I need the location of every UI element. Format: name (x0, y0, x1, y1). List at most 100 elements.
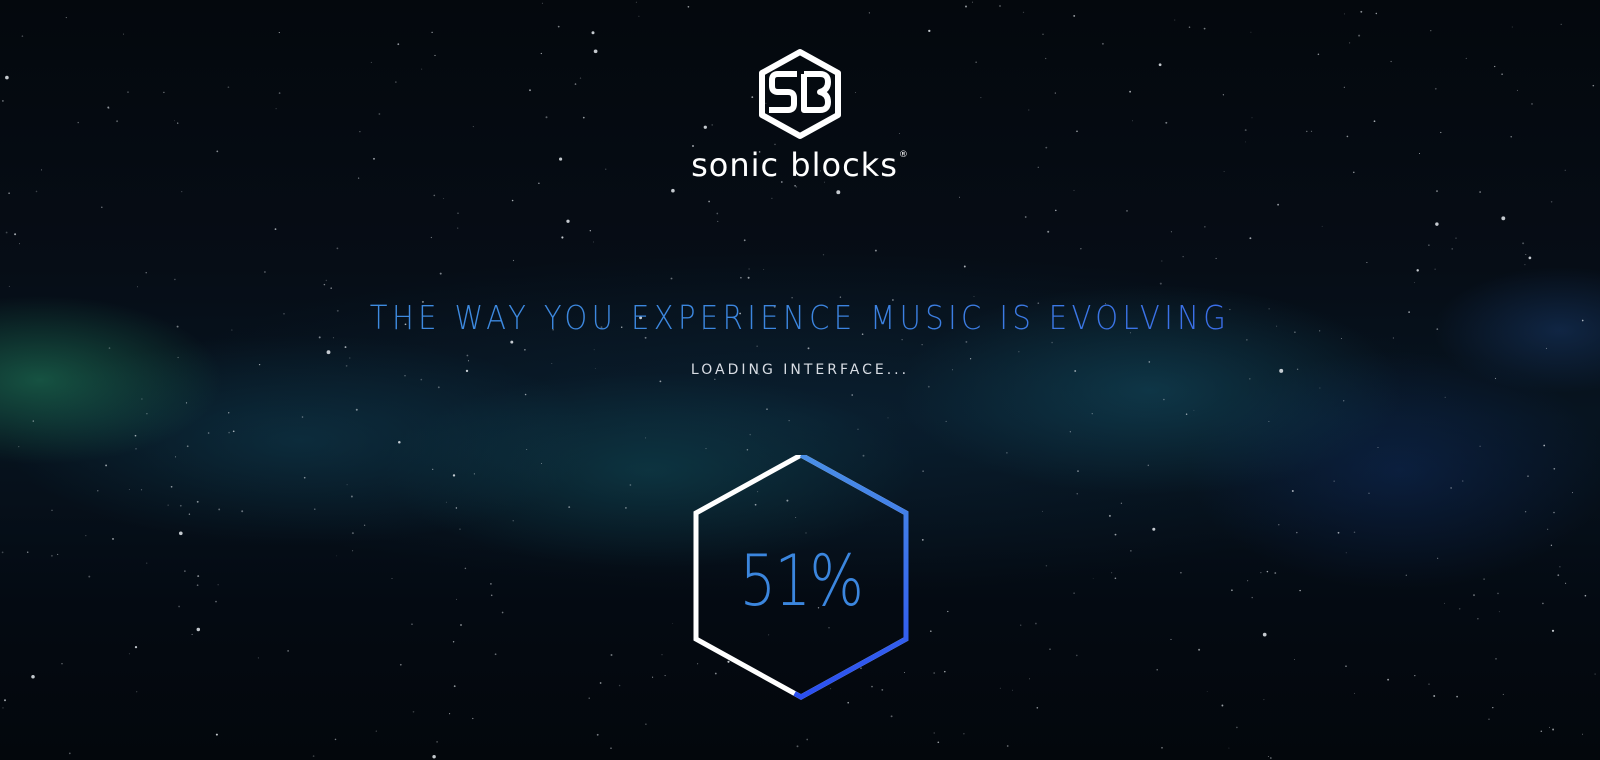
star (661, 654, 663, 656)
star (874, 249, 877, 252)
star (1321, 225, 1323, 227)
star (748, 268, 750, 270)
star (1343, 400, 1345, 402)
star (806, 738, 809, 741)
star (561, 236, 564, 239)
star (1549, 726, 1551, 728)
star (629, 484, 632, 486)
star (191, 633, 193, 635)
star (472, 717, 474, 720)
star (1435, 222, 1439, 226)
star (1034, 622, 1037, 625)
star (1581, 319, 1584, 322)
star (490, 594, 493, 597)
star (714, 378, 716, 380)
star (473, 473, 476, 475)
star (1488, 718, 1490, 720)
star (1268, 421, 1270, 422)
star (591, 31, 595, 35)
star (26, 551, 29, 553)
star (215, 733, 218, 736)
star (228, 412, 230, 414)
star (928, 29, 931, 33)
star (31, 675, 35, 679)
brand-name: sonic blocks® (0, 146, 1600, 184)
star (1527, 475, 1529, 477)
star (933, 672, 936, 674)
star (927, 385, 930, 388)
star (1159, 282, 1162, 285)
star (1080, 248, 1082, 250)
star (1477, 618, 1479, 620)
star (97, 490, 99, 492)
star (175, 456, 177, 458)
star (32, 420, 35, 422)
star (1345, 665, 1347, 667)
star (411, 623, 413, 625)
star (312, 755, 315, 757)
star (945, 420, 947, 422)
star (449, 713, 451, 715)
star (188, 513, 191, 515)
star (430, 236, 433, 239)
star (501, 611, 504, 614)
star (1130, 550, 1132, 552)
star (325, 279, 327, 282)
star (1076, 493, 1078, 495)
star (1354, 692, 1355, 694)
star (959, 196, 961, 198)
star (1091, 413, 1093, 415)
star (1251, 596, 1253, 599)
star (1528, 256, 1532, 260)
star (1428, 244, 1430, 246)
star (174, 278, 176, 281)
star (999, 5, 1001, 7)
star (836, 190, 841, 195)
star (420, 378, 423, 381)
star (135, 448, 137, 450)
star (1458, 608, 1461, 610)
star (1492, 706, 1494, 709)
star (1206, 691, 1208, 692)
star (314, 508, 316, 510)
star (332, 337, 335, 339)
star (228, 431, 230, 434)
star (1497, 592, 1499, 595)
star (1414, 282, 1416, 283)
star (1246, 339, 1248, 341)
star (336, 247, 339, 250)
star (19, 243, 21, 245)
star (568, 506, 571, 509)
star (1170, 231, 1172, 233)
star (1188, 26, 1191, 28)
star (1572, 492, 1573, 494)
star (134, 646, 138, 649)
star (963, 265, 966, 268)
star (1455, 237, 1457, 239)
star (645, 437, 647, 439)
star (1360, 10, 1363, 13)
star (1319, 387, 1321, 389)
star (763, 269, 765, 270)
star (1228, 747, 1230, 749)
star (136, 691, 138, 693)
star (596, 733, 599, 736)
star (170, 485, 173, 488)
star (1479, 191, 1481, 193)
star (452, 641, 455, 643)
star (652, 676, 654, 678)
star (557, 25, 560, 28)
star (136, 286, 138, 288)
star (1263, 699, 1265, 701)
star (1551, 629, 1555, 632)
star (1392, 337, 1394, 339)
star (141, 398, 143, 400)
star (610, 654, 613, 656)
star (1430, 30, 1432, 32)
star (363, 524, 366, 526)
star (1012, 689, 1013, 691)
star (638, 15, 640, 17)
tagline-headline: THE WAY YOU EXPERIENCE MUSIC IS EVOLVING (96, 298, 1504, 337)
star (274, 228, 277, 230)
star (1581, 733, 1583, 735)
